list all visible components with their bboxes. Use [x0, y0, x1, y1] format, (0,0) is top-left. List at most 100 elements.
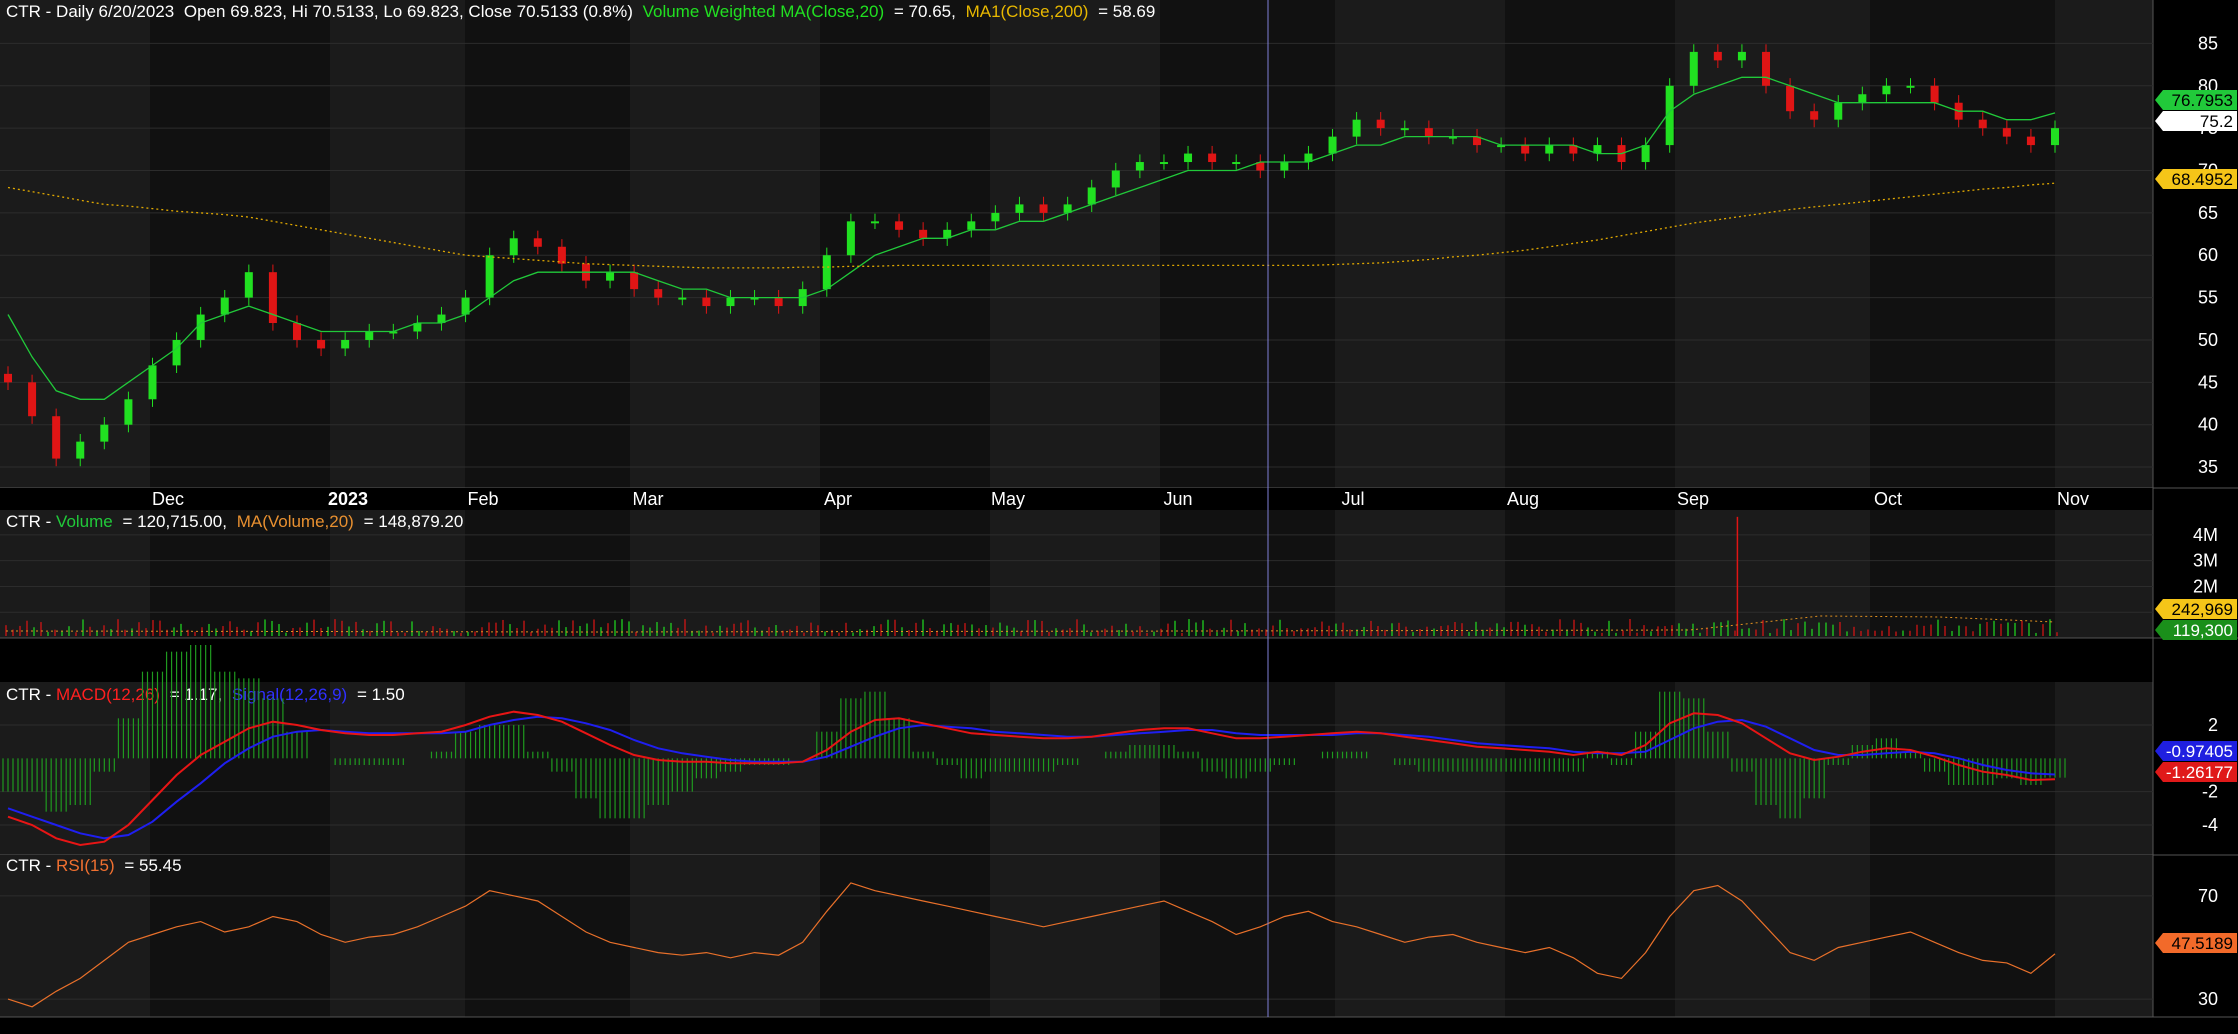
price-tick-label: 45	[2198, 372, 2218, 392]
candle-body	[196, 314, 205, 340]
month-band	[1675, 510, 1870, 638]
month-band	[1870, 0, 2055, 488]
last-value-tags: 76.7953 75.2 68.4952 242,969 119,300 -0.97405…	[2155, 90, 2237, 953]
month-band	[820, 510, 990, 638]
macd-tick-label: 2	[2208, 715, 2218, 735]
stock-chart-canvas[interactable]: CTR - Daily 6/20/2023 Open 69.823, Hi 70…	[0, 0, 2238, 1034]
candle-body	[654, 289, 663, 298]
candle-body	[726, 297, 735, 307]
candle-body	[1762, 51, 1771, 86]
month-band	[330, 0, 465, 488]
price-panel-title: CTR - Daily 6/20/2023 Open 69.823, Hi 70…	[6, 2, 1155, 21]
vwma-value: = 70.65,	[894, 2, 956, 21]
candle-body	[1858, 94, 1867, 103]
candle-body	[244, 272, 253, 298]
rsi-prefix: CTR -	[6, 856, 56, 875]
month-band	[1505, 0, 1675, 488]
candle-body	[1184, 153, 1193, 163]
candle-body	[1545, 145, 1554, 154]
candle-body	[630, 272, 639, 290]
month-band	[1675, 855, 1870, 1017]
macd-legend: MACD(12,26)	[56, 685, 160, 704]
candle-body	[317, 339, 326, 349]
month-label: Jul	[1341, 489, 1364, 509]
macd-tick-label: -2	[2202, 782, 2218, 802]
month-band	[150, 0, 330, 488]
candle-body	[1882, 85, 1891, 95]
candle-body	[919, 229, 928, 239]
month-band	[150, 855, 330, 1017]
candle-body	[509, 238, 518, 256]
month-band	[1335, 682, 1505, 855]
month-band	[1335, 510, 1505, 638]
candle-body	[341, 339, 350, 349]
candle-body	[1424, 128, 1433, 137]
month-label: Aug	[1507, 489, 1539, 509]
candle-body	[100, 424, 109, 442]
month-band	[1870, 510, 2055, 638]
candle-body	[895, 221, 904, 230]
candle-body	[822, 255, 831, 290]
last-value-tag-text: 242,969	[2172, 600, 2233, 619]
candle-body	[533, 238, 542, 247]
month-band	[1505, 510, 1675, 638]
price-tick-label: 40	[2198, 415, 2218, 435]
month-band	[1335, 0, 1505, 488]
candle-body	[1111, 170, 1120, 188]
candle-body	[220, 297, 229, 315]
volume-ma-value: = 148,879.20	[364, 512, 464, 531]
month-band	[1160, 855, 1335, 1017]
month-label: May	[991, 489, 1025, 509]
rsi-tick-label: 30	[2198, 989, 2218, 1009]
vwma-legend: Volume Weighted MA(Close,20)	[643, 2, 885, 21]
month-band	[2055, 855, 2153, 1017]
candle-body	[1159, 162, 1168, 165]
month-band	[990, 510, 1160, 638]
ma200-legend: MA1(Close,200)	[966, 2, 1089, 21]
last-value-tag-text: 68.4952	[2172, 170, 2233, 189]
month-band	[465, 510, 630, 638]
candle-body	[1015, 204, 1024, 213]
month-label: Dec	[152, 489, 184, 509]
rsi-value: = 55.45	[124, 856, 181, 875]
candle-body	[1906, 85, 1915, 88]
month-label: Jun	[1163, 489, 1192, 509]
last-value-tag-text: 75.2	[2200, 112, 2233, 131]
volume-value: = 120,715.00,	[122, 512, 226, 531]
last-value-tag-text: -1.26177	[2166, 763, 2233, 782]
month-band	[465, 855, 630, 1017]
month-label: Mar	[633, 489, 664, 509]
candle-body	[1087, 187, 1096, 205]
price-tick-label: 50	[2198, 330, 2218, 350]
month-band	[990, 682, 1160, 855]
volume-prefix: CTR -	[6, 512, 56, 531]
month-band	[820, 855, 990, 1017]
candle-body	[2051, 128, 2059, 146]
month-band	[630, 855, 820, 1017]
price-tick-label: 60	[2198, 245, 2218, 265]
price-tick-label: 35	[2198, 457, 2218, 477]
candle-body	[1232, 162, 1241, 165]
candle-body	[28, 382, 37, 417]
title-prefix: CTR -	[6, 2, 56, 21]
candle-body	[124, 399, 133, 425]
candle-body	[1208, 153, 1217, 163]
candle-body	[1328, 136, 1337, 154]
candle-body	[292, 323, 301, 340]
candle-body	[1135, 162, 1144, 171]
month-band	[330, 682, 465, 855]
month-band	[2055, 510, 2153, 638]
month-band	[1335, 855, 1505, 1017]
volume-tick-label: 2M	[2193, 576, 2218, 596]
title-period: Daily 6/20/2023	[56, 2, 174, 21]
candle-body	[967, 221, 976, 230]
month-label: 2023	[328, 489, 368, 509]
candle-body	[846, 221, 855, 256]
price-tick-label: 85	[2198, 33, 2218, 53]
month-label: Nov	[2057, 489, 2089, 509]
month-band	[330, 855, 465, 1017]
candle-body	[1810, 111, 1819, 120]
last-value-tag-text: 76.7953	[2172, 91, 2233, 110]
month-band	[630, 0, 820, 488]
ma200-value: = 58.69	[1098, 2, 1155, 21]
